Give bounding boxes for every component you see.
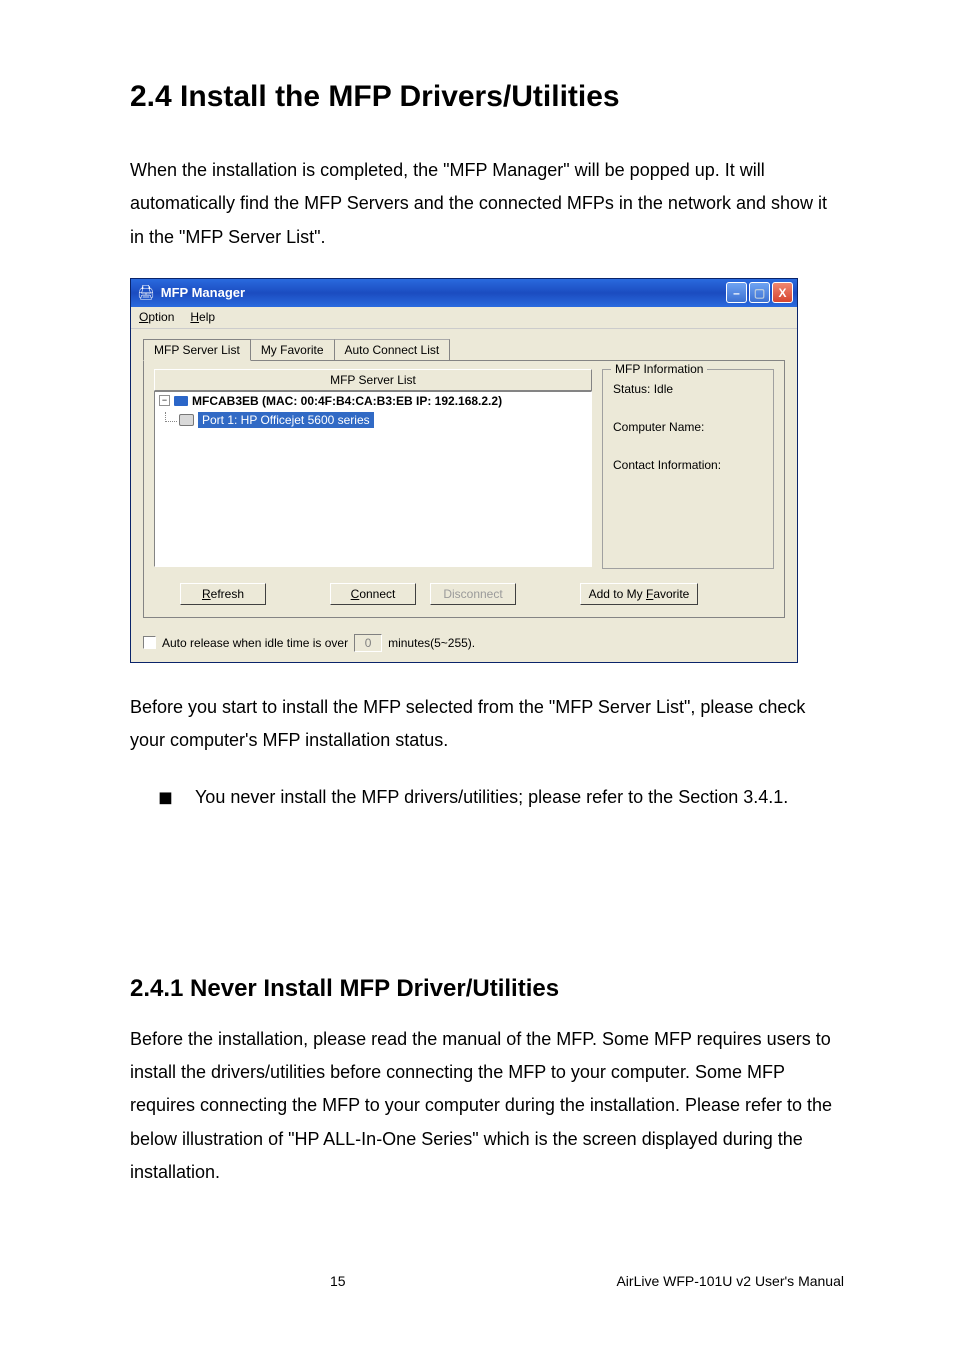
menu-option[interactable]: Option bbox=[139, 310, 174, 324]
intro-paragraph: When the installation is completed, the … bbox=[130, 154, 844, 254]
tab-strip: MFP Server List My Favorite Auto Connect… bbox=[143, 339, 785, 360]
mfp-manager-window: 🖨 MFP Manager – ▢ X Option Help MFP Serv… bbox=[130, 278, 798, 663]
menu-help[interactable]: Help bbox=[190, 310, 215, 324]
bullet-square-icon: ◼ bbox=[158, 781, 173, 814]
close-button[interactable]: X bbox=[772, 282, 793, 303]
tab-mfp-server-list[interactable]: MFP Server List bbox=[143, 339, 251, 361]
server-list[interactable]: − MFCAB3EB (MAC: 00:4F:B4:CA:B3:EB IP: 1… bbox=[154, 391, 592, 567]
tree-expander[interactable]: − bbox=[159, 395, 170, 406]
server-label[interactable]: MFCAB3EB (MAC: 00:4F:B4:CA:B3:EB IP: 192… bbox=[192, 394, 502, 408]
tab-page: MFP Server List − MFCAB3EB (MAC: 00:4F:B… bbox=[143, 360, 785, 618]
printer-icon bbox=[179, 414, 194, 426]
menu-bar: Option Help bbox=[131, 307, 797, 329]
contact-info-label: Contact Information: bbox=[613, 458, 763, 472]
add-favorite-button[interactable]: Add to My Favorite bbox=[580, 583, 698, 605]
minimize-button[interactable]: – bbox=[726, 282, 747, 303]
before-start-paragraph: Before you start to install the MFP sele… bbox=[130, 691, 844, 758]
server-icon bbox=[174, 396, 188, 406]
titlebar: 🖨 MFP Manager – ▢ X bbox=[131, 279, 797, 307]
list-header: MFP Server List bbox=[154, 369, 592, 391]
idle-minutes-input[interactable]: 0 bbox=[354, 634, 382, 652]
status-value: Status: Idle bbox=[613, 382, 763, 396]
auto-release-checkbox[interactable] bbox=[143, 636, 156, 649]
tab-auto-connect-list[interactable]: Auto Connect List bbox=[334, 339, 451, 360]
mfp-info-group: MFP Information Status: Idle Computer Na… bbox=[602, 369, 774, 569]
port-label[interactable]: Port 1: HP Officejet 5600 series bbox=[198, 412, 374, 428]
page-number: 15 bbox=[330, 1273, 346, 1289]
disconnect-button[interactable]: Disconnect bbox=[430, 583, 516, 605]
refresh-button[interactable]: Refresh bbox=[180, 583, 266, 605]
heading-subsection: 2.4.1 Never Install MFP Driver/Utilities bbox=[130, 975, 844, 1003]
tree-line bbox=[165, 412, 177, 422]
auto-release-label: Auto release when idle time is over bbox=[162, 636, 348, 650]
app-icon: 🖨 bbox=[137, 284, 155, 301]
info-legend: MFP Information bbox=[611, 362, 707, 376]
minutes-label: minutes(5~255). bbox=[388, 636, 475, 650]
connect-button[interactable]: Connect bbox=[330, 583, 416, 605]
computer-name-label: Computer Name: bbox=[613, 420, 763, 434]
tab-my-favorite[interactable]: My Favorite bbox=[250, 339, 335, 360]
maximize-button[interactable]: ▢ bbox=[749, 282, 770, 303]
footer-text: AirLive WFP-101U v2 User's Manual bbox=[616, 1273, 844, 1289]
heading-section: 2.4 Install the MFP Drivers/Utilities bbox=[130, 80, 844, 114]
bullet-text: You never install the MFP drivers/utilit… bbox=[195, 781, 788, 814]
window-title: MFP Manager bbox=[161, 285, 245, 300]
subsection-paragraph: Before the installation, please read the… bbox=[130, 1023, 844, 1189]
